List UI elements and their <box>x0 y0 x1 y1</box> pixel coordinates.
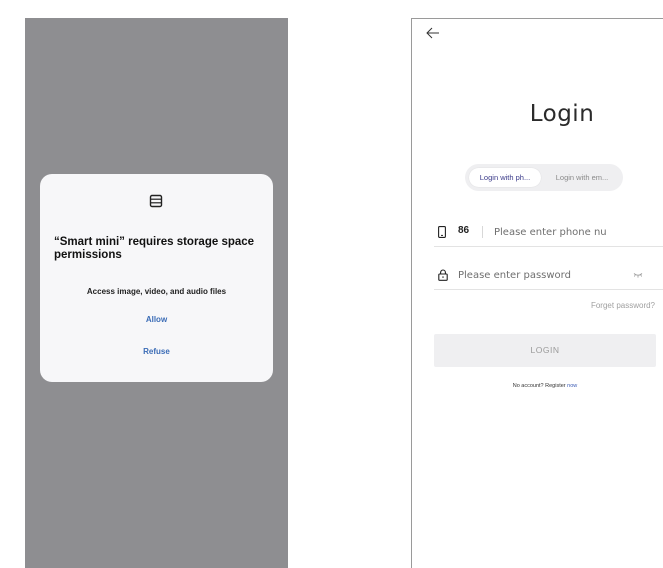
login-button[interactable]: LOGIN <box>434 334 656 367</box>
login-method-tabs: Login with ph... Login with em... <box>465 164 623 191</box>
password-field-row <box>434 263 663 290</box>
register-prompt-text: No account? Register <box>512 383 568 389</box>
lock-icon <box>438 269 448 281</box>
permission-title: “Smart mini” requires storage space perm… <box>54 236 255 261</box>
phone-field-row: 86 <box>434 220 663 247</box>
country-code-divider <box>482 226 483 238</box>
permission-dialog: “Smart mini” requires storage space perm… <box>40 174 273 382</box>
register-link[interactable]: now <box>567 383 577 389</box>
refuse-button[interactable]: Refuse <box>40 344 273 360</box>
page-title: Login <box>529 101 595 127</box>
country-code[interactable]: 86 <box>458 225 469 236</box>
forget-password-link[interactable]: Forget password? <box>591 301 655 310</box>
permission-description: Access image, video, and audio files <box>86 287 227 296</box>
allow-button[interactable]: Allow <box>40 312 273 328</box>
tab-login-with-email[interactable]: Login with em... <box>545 168 619 187</box>
eye-closed-icon[interactable] <box>633 272 643 278</box>
phone-icon <box>438 226 446 238</box>
register-prompt: No account? Register now <box>434 383 656 389</box>
storage-icon <box>149 194 163 208</box>
phone-input[interactable] <box>494 223 622 241</box>
tab-login-with-phone[interactable]: Login with ph... <box>469 168 541 187</box>
login-screen: Login Login with ph... Login with em... … <box>411 18 663 568</box>
back-arrow-icon[interactable] <box>426 27 440 39</box>
permission-screen: “Smart mini” requires storage space perm… <box>25 18 288 568</box>
password-input[interactable] <box>458 266 608 284</box>
